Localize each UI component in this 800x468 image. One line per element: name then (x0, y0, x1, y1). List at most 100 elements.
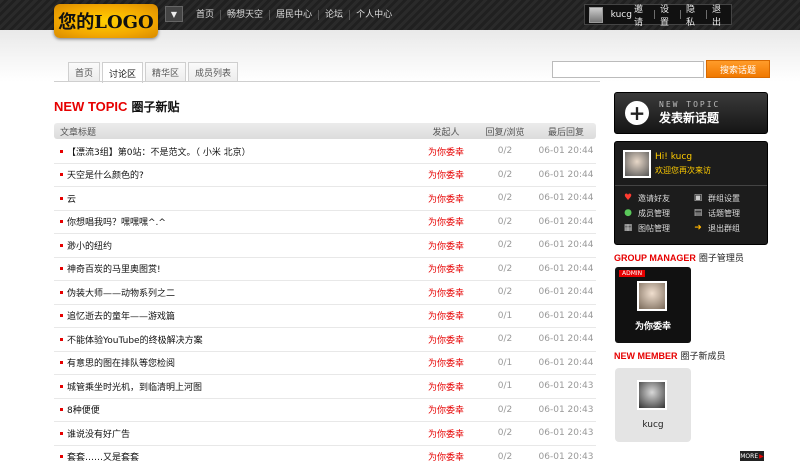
column-header-replies: 回复/浏览 (485, 127, 525, 138)
avatar[interactable] (589, 6, 603, 23)
tab-home[interactable]: 首页 (68, 62, 101, 82)
column-header-last-reply: 最后回复 (547, 127, 584, 138)
topic-title-link[interactable]: 你想唱我吗？嘿嘿嘿^.^ (67, 215, 166, 228)
topic-author-link[interactable]: 为你委幸 (418, 286, 474, 299)
topic-title-link[interactable]: 谁说没有好广告 (67, 427, 130, 440)
topic-title-link[interactable]: 有意思的图在排队等您检阅 (67, 356, 175, 369)
group-settings-link[interactable]: ▣ 群组设置 (693, 192, 763, 204)
topic-last-reply: 06-01 20:44 (538, 216, 594, 227)
topic-title-link[interactable]: 追忆逝去的童年——游戏篇 (67, 309, 175, 322)
settings-link[interactable]: 设置 (660, 2, 675, 28)
topic-author-link[interactable]: 为你委幸 (418, 309, 474, 322)
topic-list: 【漂流3组】第0站：不是范文。（ 小米 北京） 为你委幸 0/2 06-01 20:4… (54, 140, 596, 468)
logout-link[interactable]: 退出 (712, 2, 727, 28)
topic-reply-count: 0/1 (497, 357, 513, 368)
topic-author-link[interactable]: 为你委幸 (418, 262, 474, 275)
bullet-icon (60, 408, 63, 412)
topic-reply-count: 0/2 (497, 263, 513, 274)
search-input[interactable] (552, 61, 704, 78)
topic-reply-count: 0/2 (497, 146, 513, 157)
search-button[interactable]: 搜索话题 (706, 60, 770, 78)
bullet-icon (60, 361, 63, 365)
bullet-icon (60, 196, 63, 200)
new-topic-label-cn: 发表新话题 (659, 111, 720, 125)
topic-author-link[interactable]: 为你委幸 (418, 427, 474, 440)
table-row: 城管乘坐时光机，到临清明上河图 为你委幸 0/1 06-01 20:43 (54, 375, 596, 399)
topic-author-link[interactable]: 为你委幸 (418, 356, 474, 369)
topic-reply-count: 0/1 (497, 381, 513, 392)
nav-item-sky[interactable]: 畅想天空 (221, 10, 271, 20)
topic-reply-count: 0/2 (497, 193, 513, 204)
bullet-icon (60, 314, 63, 318)
manager-card[interactable]: ADMIN 为你委幸 (615, 267, 691, 343)
topic-reply-count: 0/2 (497, 334, 513, 345)
tab-discussion[interactable]: 讨论区 (102, 62, 144, 83)
topic-title-link[interactable]: 套套……又是套套 (67, 450, 139, 463)
nav-item-forum[interactable]: 论坛 (319, 10, 351, 20)
topic-title-link[interactable]: 城管乘坐时光机，到临清明上河图 (67, 380, 202, 393)
topic-reply-count: 0/1 (497, 310, 513, 321)
topic-last-reply: 06-01 20:43 (538, 428, 594, 439)
topic-title-link[interactable]: 8种便便 (67, 403, 100, 416)
topic-reply-count: 0/2 (497, 216, 513, 227)
topic-author-link[interactable]: 为你委幸 (418, 145, 474, 158)
topic-author-link[interactable]: 为你委幸 (418, 380, 474, 393)
divider: | (678, 9, 683, 20)
topic-last-reply: 06-01 20:44 (538, 193, 594, 204)
user-bar: kucg 邀请 | 设置 | 隐私 | 退出 (584, 2, 732, 28)
nav-item-home[interactable]: 首页 (190, 10, 222, 20)
topic-title-link[interactable]: 云 (67, 192, 76, 205)
more-button[interactable]: MORE ▶ (740, 451, 764, 461)
site-logo[interactable]: 您的LOGO (54, 4, 158, 38)
divider: | (705, 9, 709, 20)
topic-author-link[interactable]: 为你委幸 (418, 403, 474, 416)
topic-title-link[interactable]: 不能体验YouTube的终极解决方案 (67, 333, 203, 346)
invite-link[interactable]: 邀请 (634, 2, 649, 28)
admin-badge: ADMIN (619, 270, 646, 277)
exit-group-link[interactable]: ➜ 退出群组 (693, 222, 763, 234)
member-name[interactable]: kucg (615, 420, 691, 430)
topic-management-link[interactable]: ▤ 话题管理 (693, 207, 763, 219)
new-member-title: NEW MEMBER 圈子新成员 (614, 349, 726, 362)
topic-title-link[interactable]: 伪装大师——动物系列之二 (67, 286, 175, 299)
topic-author-link[interactable]: 为你委幸 (418, 192, 474, 205)
topic-reply-count: 0/2 (497, 428, 513, 439)
invite-friends-link[interactable]: ♥ 邀请好友 (623, 192, 693, 204)
bullet-icon (60, 173, 63, 177)
nav-item-personal[interactable]: 个人中心 (350, 10, 398, 20)
topic-author-link[interactable]: 为你委幸 (418, 239, 474, 252)
menu-dropdown-button[interactable]: ▼ (165, 6, 183, 22)
caret-down-icon: ▼ (170, 9, 178, 19)
topic-author-link[interactable]: 为你委幸 (418, 215, 474, 228)
topic-last-reply: 06-01 20:44 (538, 357, 594, 368)
divider (615, 185, 767, 186)
topic-author-link[interactable]: 为你委幸 (418, 450, 474, 463)
privacy-link[interactable]: 隐私 (686, 2, 701, 28)
topic-title-link[interactable]: 神奇百炭的马里奥图赏! (67, 262, 161, 275)
avatar[interactable] (623, 150, 651, 178)
topic-author-link[interactable]: 为你委幸 (418, 168, 474, 181)
topic-last-reply: 06-01 20:44 (538, 169, 594, 180)
page-title: NEW TOPIC 圈子新贴 (54, 98, 179, 115)
table-row: 云 为你委幸 0/2 06-01 20:44 (54, 187, 596, 211)
tab-featured[interactable]: 精华区 (145, 62, 187, 82)
topic-title-link[interactable]: 天空是什么颜色的? (67, 168, 144, 181)
section-title-en: GROUP MANAGER (614, 253, 696, 263)
member-card[interactable]: kucg (615, 368, 691, 442)
tab-members[interactable]: 成员列表 (188, 62, 239, 82)
manager-name[interactable]: 为你委幸 (615, 319, 691, 332)
bullet-icon (60, 431, 63, 435)
new-topic-button[interactable]: + NEW TOPIC 发表新话题 (614, 92, 768, 134)
topic-title-link[interactable]: 【漂流3组】第0站：不是范文。（ 小米 北京） (67, 145, 251, 158)
new-topic-label-en: NEW TOPIC (659, 100, 721, 109)
member-management-link[interactable]: ● 成员管理 (623, 207, 693, 219)
welcome-text: 欢迎您再次来访 (655, 166, 711, 175)
topic-title-link[interactable]: 渺小的纽约 (67, 239, 112, 252)
column-header-title: 文章标题 (60, 127, 97, 138)
topic-last-reply: 06-01 20:44 (538, 240, 594, 251)
table-row: 渺小的纽约 为你委幸 0/2 06-01 20:44 (54, 234, 596, 258)
topic-author-link[interactable]: 为你委幸 (418, 333, 474, 346)
user-name[interactable]: kucg (611, 10, 632, 20)
image-management-link[interactable]: ▦ 图帖管理 (623, 222, 693, 234)
nav-item-residents[interactable]: 居民中心 (270, 10, 320, 20)
